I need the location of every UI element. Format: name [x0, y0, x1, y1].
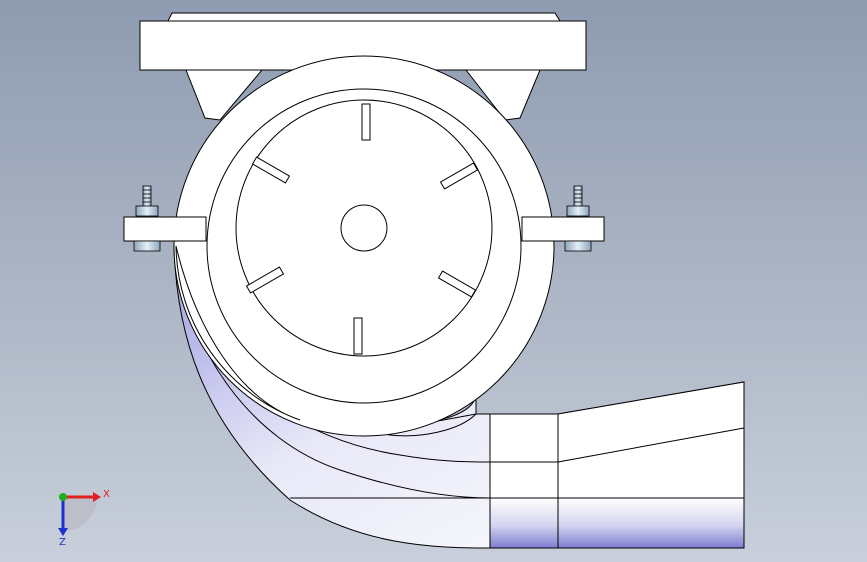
- z-axis-arrow: [58, 528, 68, 536]
- z-axis-label: Z: [59, 537, 66, 548]
- pipe-straight-upper: [489, 381, 745, 499]
- lug-right-front: [521, 216, 605, 242]
- x-axis-arrow: [93, 492, 101, 502]
- pipe-straight-lower: [489, 497, 745, 549]
- blade-top: [361, 103, 371, 141]
- shaft-hole: [340, 204, 388, 252]
- y-axis-dot: [59, 493, 67, 501]
- x-axis-label: X: [103, 489, 110, 500]
- flange-lip: [167, 12, 561, 22]
- cad-viewport[interactable]: X Z: [0, 0, 867, 562]
- axis-triad[interactable]: X Z: [58, 489, 110, 548]
- triad-quadrant: [63, 497, 97, 531]
- blade-bottom: [353, 317, 363, 355]
- lug-left-front: [123, 216, 207, 242]
